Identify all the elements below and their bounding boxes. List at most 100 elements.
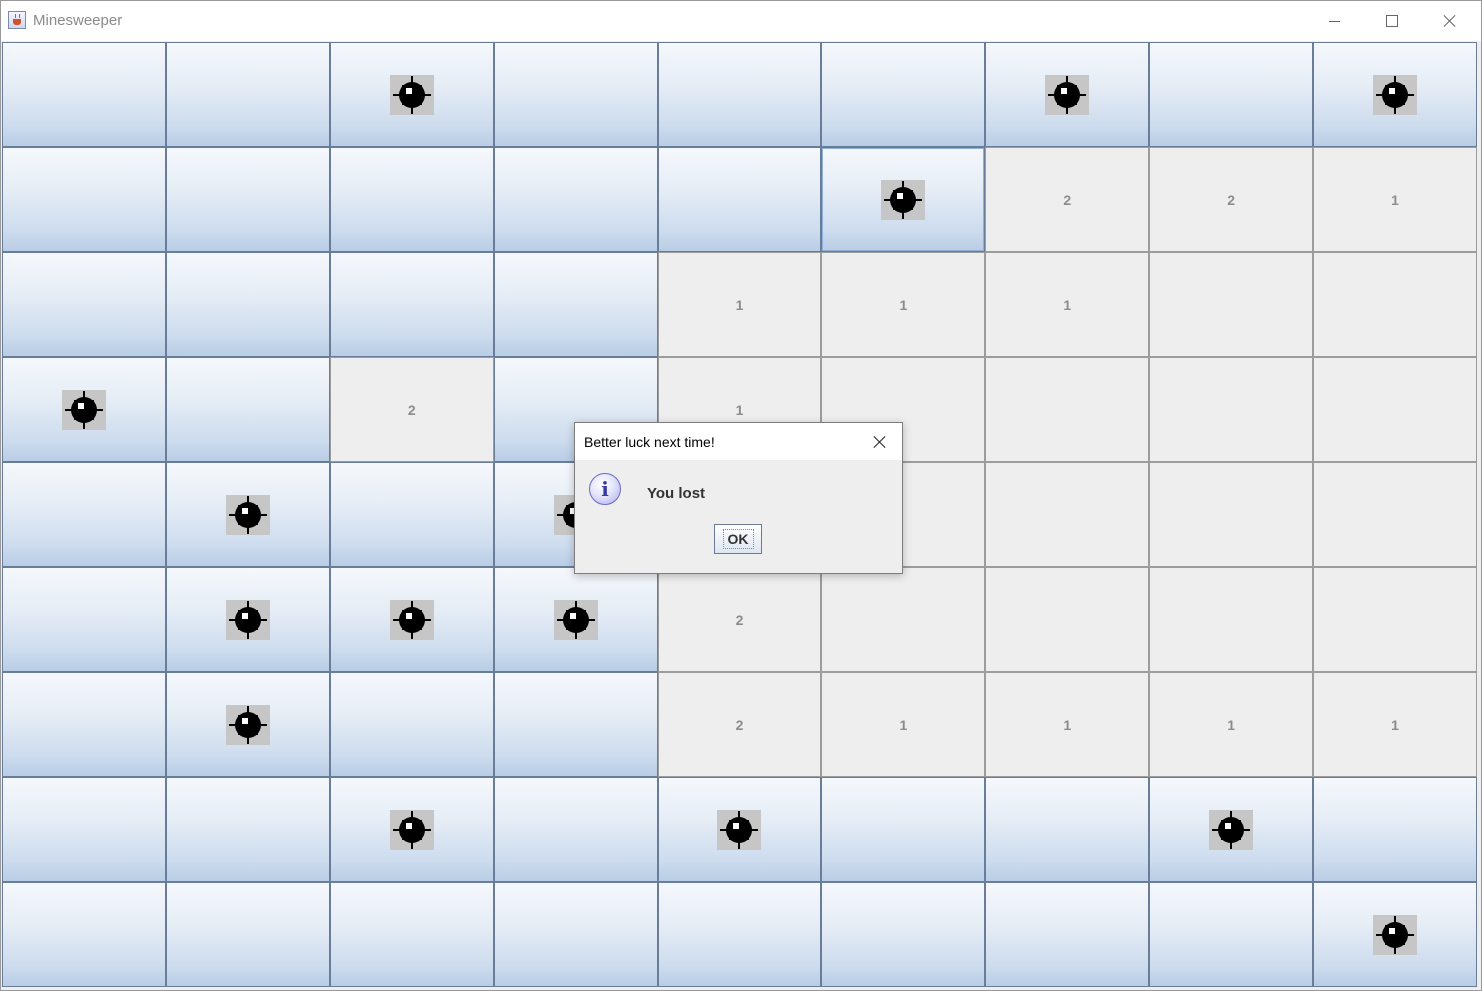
covered-cell[interactable] xyxy=(1149,42,1314,147)
mine-cell[interactable] xyxy=(165,567,330,672)
dialog-title-bar[interactable]: Better luck next time! xyxy=(575,423,902,460)
window-title: Minesweeper xyxy=(33,12,123,29)
covered-cell[interactable] xyxy=(165,357,330,462)
covered-cell[interactable] xyxy=(493,42,658,147)
number-cell[interactable]: 2 xyxy=(1149,147,1314,252)
cell-number: 1 xyxy=(1391,191,1399,208)
title-bar[interactable]: Minesweeper xyxy=(1,1,1481,41)
covered-cell[interactable] xyxy=(821,882,986,987)
minimize-button[interactable] xyxy=(1305,1,1363,41)
covered-cell[interactable] xyxy=(821,42,986,147)
mine-cell[interactable] xyxy=(165,672,330,777)
empty-cell[interactable] xyxy=(1313,462,1477,567)
covered-cell[interactable] xyxy=(329,882,494,987)
covered-cell[interactable] xyxy=(2,462,166,567)
empty-cell[interactable] xyxy=(1313,567,1477,672)
game-over-dialog: Better luck next time! i You lost OK xyxy=(574,422,903,574)
mine-cell[interactable] xyxy=(329,567,494,672)
mine-cell[interactable] xyxy=(165,462,330,567)
number-cell[interactable]: 1 xyxy=(985,672,1150,777)
mine-cell[interactable] xyxy=(985,42,1150,147)
covered-cell[interactable] xyxy=(657,147,822,252)
covered-cell[interactable] xyxy=(985,882,1150,987)
covered-cell[interactable] xyxy=(821,777,986,882)
empty-cell[interactable] xyxy=(1149,252,1314,357)
empty-cell[interactable] xyxy=(985,567,1150,672)
covered-cell[interactable] xyxy=(657,882,822,987)
dialog-close-button[interactable] xyxy=(867,429,893,455)
minimize-icon xyxy=(1328,20,1340,22)
mine-icon xyxy=(881,179,926,220)
empty-cell[interactable] xyxy=(1149,462,1314,567)
covered-cell[interactable] xyxy=(165,147,330,252)
mine-cell[interactable] xyxy=(2,357,166,462)
mine-cell[interactable] xyxy=(1149,777,1314,882)
covered-cell[interactable] xyxy=(2,42,166,147)
empty-cell[interactable] xyxy=(1149,567,1314,672)
empty-cell[interactable] xyxy=(985,357,1150,462)
java-cup-icon xyxy=(8,11,26,29)
number-cell[interactable]: 2 xyxy=(985,147,1150,252)
mine-icon xyxy=(61,389,106,430)
covered-cell[interactable] xyxy=(493,147,658,252)
cell-number: 1 xyxy=(899,296,908,313)
covered-cell[interactable] xyxy=(493,882,658,987)
empty-cell[interactable] xyxy=(1149,357,1314,462)
covered-cell[interactable] xyxy=(985,777,1150,882)
covered-cell[interactable] xyxy=(329,672,494,777)
covered-cell[interactable] xyxy=(493,672,658,777)
maximize-button[interactable] xyxy=(1363,1,1421,41)
number-cell[interactable]: 1 xyxy=(657,252,822,357)
mine-cell[interactable] xyxy=(821,147,986,252)
number-cell[interactable]: 1 xyxy=(821,252,986,357)
cell-number: 2 xyxy=(735,611,744,628)
covered-cell[interactable] xyxy=(329,147,494,252)
covered-cell[interactable] xyxy=(493,252,658,357)
covered-cell[interactable] xyxy=(2,147,166,252)
info-icon: i xyxy=(589,473,621,505)
covered-cell[interactable] xyxy=(165,882,330,987)
ok-button[interactable]: OK xyxy=(714,524,762,554)
empty-cell[interactable] xyxy=(985,462,1150,567)
cell-number: 1 xyxy=(1063,296,1072,313)
mine-icon xyxy=(389,599,434,640)
number-cell[interactable]: 1 xyxy=(1149,672,1314,777)
mine-cell[interactable] xyxy=(657,777,822,882)
covered-cell[interactable] xyxy=(165,777,330,882)
mine-cell[interactable] xyxy=(329,42,494,147)
cell-number: 2 xyxy=(1063,191,1072,208)
empty-cell[interactable] xyxy=(1313,357,1477,462)
mine-cell[interactable] xyxy=(1313,882,1477,987)
number-cell[interactable]: 2 xyxy=(329,357,494,462)
covered-cell[interactable] xyxy=(2,882,166,987)
covered-cell[interactable] xyxy=(2,252,166,357)
covered-cell[interactable] xyxy=(1313,777,1477,882)
covered-cell[interactable] xyxy=(657,42,822,147)
number-cell[interactable]: 2 xyxy=(657,672,822,777)
empty-cell[interactable] xyxy=(821,567,986,672)
covered-cell[interactable] xyxy=(165,252,330,357)
covered-cell[interactable] xyxy=(2,567,166,672)
mine-cell[interactable] xyxy=(329,777,494,882)
covered-cell[interactable] xyxy=(2,672,166,777)
close-button[interactable] xyxy=(1421,1,1479,41)
number-cell[interactable]: 1 xyxy=(1313,147,1477,252)
empty-cell[interactable] xyxy=(1313,252,1477,357)
mine-cell[interactable] xyxy=(493,567,658,672)
cell-number: 1 xyxy=(1227,716,1236,733)
covered-cell[interactable] xyxy=(493,777,658,882)
cell-number: 1 xyxy=(735,401,744,418)
number-cell[interactable]: 2 xyxy=(657,567,822,672)
close-icon xyxy=(873,435,887,449)
covered-cell[interactable] xyxy=(165,42,330,147)
mine-icon xyxy=(225,704,270,745)
mine-icon xyxy=(1045,74,1090,115)
number-cell[interactable]: 1 xyxy=(1313,672,1477,777)
number-cell[interactable]: 1 xyxy=(985,252,1150,357)
covered-cell[interactable] xyxy=(329,462,494,567)
mine-cell[interactable] xyxy=(1313,42,1477,147)
covered-cell[interactable] xyxy=(329,252,494,357)
covered-cell[interactable] xyxy=(1149,882,1314,987)
number-cell[interactable]: 1 xyxy=(821,672,986,777)
covered-cell[interactable] xyxy=(2,777,166,882)
